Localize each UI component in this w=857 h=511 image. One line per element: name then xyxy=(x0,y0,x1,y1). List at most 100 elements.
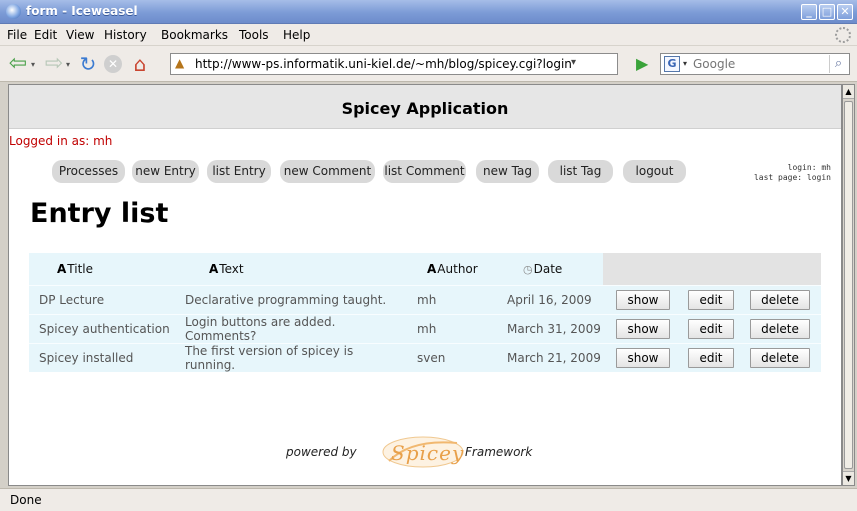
menu-view[interactable]: View xyxy=(66,28,94,42)
table-row: DP Lecture Declarative programming taugh… xyxy=(29,284,821,314)
url-text[interactable]: http://www-ps.informatik.uni-kiel.de/~mh… xyxy=(195,57,572,71)
scroll-down-icon[interactable]: ▼ xyxy=(843,471,854,485)
cell-author: mh xyxy=(407,313,497,343)
cell-title: DP Lecture xyxy=(29,284,175,314)
page-viewport: Spicey Application Logged in as: mh Proc… xyxy=(8,84,842,486)
cell-show: show xyxy=(603,313,683,343)
menu-bar: File Edit View History Bookmarks Tools H… xyxy=(0,24,857,46)
powered-by-label: powered by xyxy=(286,445,357,459)
search-input[interactable] xyxy=(693,56,833,72)
status-text: Done xyxy=(10,493,42,507)
scroll-up-icon[interactable]: ▲ xyxy=(843,85,854,99)
edit-button[interactable]: edit xyxy=(688,318,734,339)
cell-date: March 21, 2009 xyxy=(497,342,603,372)
window-title: form - Iceweasel xyxy=(26,4,138,18)
nav-list-comment-button[interactable]: list Comment xyxy=(383,160,466,183)
nav-new-entry-button[interactable]: new Entry xyxy=(132,160,199,183)
login-info-user: login: mh xyxy=(787,163,831,172)
cell-show: show xyxy=(603,284,683,314)
login-info-last-page: last page: login xyxy=(753,173,831,182)
menu-history[interactable]: History xyxy=(104,28,147,42)
app-title: Spicey Application xyxy=(341,99,509,118)
spicey-logo-text: Spicey xyxy=(391,441,465,465)
cell-text: Declarative programming taught. xyxy=(175,284,407,314)
cell-title: Spicey installed xyxy=(29,342,175,372)
login-info: login: mh last page: login xyxy=(754,163,831,183)
status-bar: Done xyxy=(0,488,857,511)
cell-show: show xyxy=(603,342,683,372)
iceweasel-icon xyxy=(6,4,21,19)
entry-table: ATitle AText AAuthor ◷Date DP Lecture De… xyxy=(29,253,821,372)
cell-edit: edit xyxy=(683,342,739,372)
sort-icon[interactable]: A xyxy=(427,262,436,276)
search-engine-icon[interactable]: G xyxy=(664,56,680,72)
cell-author: mh xyxy=(407,284,497,314)
cell-delete: delete xyxy=(739,284,821,314)
calendar-icon[interactable]: ◷ xyxy=(523,263,533,276)
site-favicon-icon: ▲ xyxy=(175,56,185,70)
cell-author: sven xyxy=(407,342,497,372)
nav-list-entry-button[interactable]: list Entry xyxy=(207,160,271,183)
vertical-scrollbar[interactable]: ▲ ▼ xyxy=(842,84,855,486)
menu-bookmarks[interactable]: Bookmarks xyxy=(161,28,228,42)
url-bar[interactable]: ▲ http://www-ps.informatik.uni-kiel.de/~… xyxy=(170,53,618,75)
nav-new-tag-button[interactable]: new Tag xyxy=(476,160,539,183)
menu-help[interactable]: Help xyxy=(283,28,310,42)
edit-button[interactable]: edit xyxy=(688,347,734,368)
delete-button[interactable]: delete xyxy=(750,289,810,310)
header-date[interactable]: ◷Date xyxy=(497,253,603,285)
nav-new-comment-button[interactable]: new Comment xyxy=(280,160,375,183)
header-text[interactable]: AText xyxy=(175,253,407,285)
search-icon[interactable]: ⌕ xyxy=(829,55,847,73)
go-icon[interactable]: ▶ xyxy=(636,56,648,72)
nav-processes-button[interactable]: Processes xyxy=(52,160,125,183)
page-footer: powered by Spicey Framework xyxy=(9,435,841,475)
navigation-toolbar: ⇦ ▾ ⇨ ▾ ↻ ✕ ⌂ ▲ http://www-ps.informatik… xyxy=(0,46,857,82)
search-engine-arrow-icon[interactable]: ▾ xyxy=(683,59,687,68)
header-text-label[interactable]: Text xyxy=(219,262,243,276)
show-button[interactable]: show xyxy=(616,318,670,339)
throbber-icon xyxy=(835,27,851,43)
header-title[interactable]: ATitle xyxy=(29,253,175,285)
close-button[interactable]: ✕ xyxy=(837,4,853,20)
header-title-label[interactable]: Title xyxy=(67,262,93,276)
forward-history-arrow-icon[interactable]: ▾ xyxy=(66,60,70,69)
table-header-row: ATitle AText AAuthor ◷Date xyxy=(29,253,821,285)
minimize-button[interactable]: _ xyxy=(801,4,817,20)
header-author-label[interactable]: Author xyxy=(437,262,477,276)
table-row: Spicey installed The first version of sp… xyxy=(29,342,821,372)
sort-icon[interactable]: A xyxy=(209,262,218,276)
cell-text: Login buttons are added. Comments? xyxy=(175,313,407,343)
table-row: Spicey authentication Login buttons are … xyxy=(29,313,821,343)
delete-button[interactable]: delete xyxy=(750,347,810,368)
home-icon[interactable]: ⌂ xyxy=(130,54,150,74)
menu-edit[interactable]: Edit xyxy=(34,28,57,42)
framework-label: Framework xyxy=(465,445,533,459)
back-history-arrow-icon[interactable]: ▾ xyxy=(31,60,35,69)
cell-edit: edit xyxy=(683,313,739,343)
nav-logout-button[interactable]: logout xyxy=(623,160,686,183)
edit-button[interactable]: edit xyxy=(688,289,734,310)
sort-icon[interactable]: A xyxy=(57,262,66,276)
nav-list-tag-button[interactable]: list Tag xyxy=(548,160,613,183)
cell-date: March 31, 2009 xyxy=(497,313,603,343)
search-box[interactable]: G ▾ ⌕ xyxy=(660,53,850,75)
show-button[interactable]: show xyxy=(616,347,670,368)
forward-icon[interactable]: ⇨ xyxy=(44,53,64,75)
cell-delete: delete xyxy=(739,313,821,343)
delete-button[interactable]: delete xyxy=(750,318,810,339)
stop-icon[interactable]: ✕ xyxy=(104,55,122,73)
reload-icon[interactable]: ↻ xyxy=(78,54,98,74)
menu-tools[interactable]: Tools xyxy=(239,28,269,42)
header-date-label[interactable]: Date xyxy=(534,262,563,276)
maximize-button[interactable]: □ xyxy=(819,4,835,20)
show-button[interactable]: show xyxy=(616,289,670,310)
cell-edit: edit xyxy=(683,284,739,314)
scrollbar-thumb[interactable] xyxy=(844,101,853,469)
back-icon[interactable]: ⇦ xyxy=(8,53,28,75)
cell-date: April 16, 2009 xyxy=(497,284,603,314)
header-actions xyxy=(603,253,821,285)
header-author[interactable]: AAuthor xyxy=(407,253,497,285)
menu-file[interactable]: File xyxy=(7,28,27,42)
url-dropdown-icon[interactable]: ▾ xyxy=(571,57,576,68)
